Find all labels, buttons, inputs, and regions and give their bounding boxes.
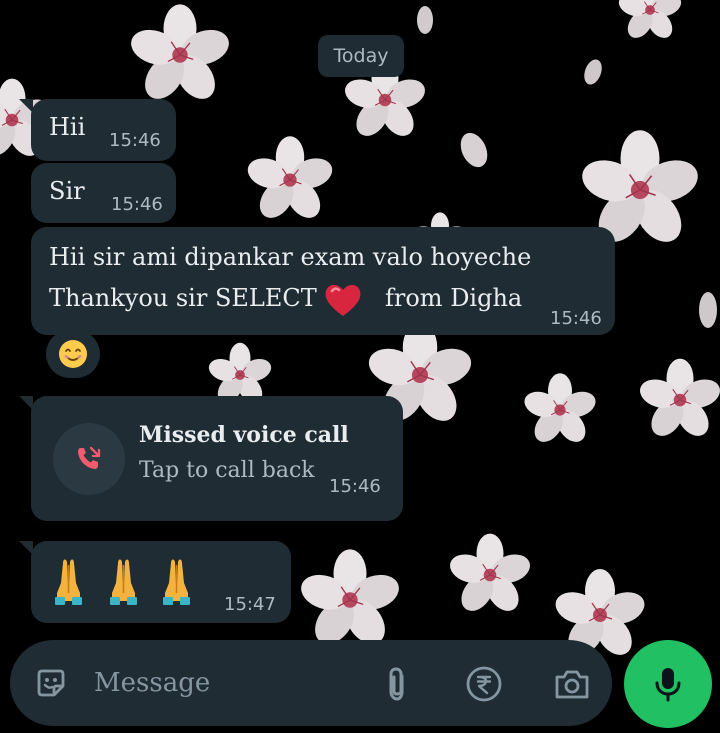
- message-time: 15:47: [224, 594, 276, 615]
- message-time: 15:46: [329, 476, 381, 497]
- message-text: Sir: [49, 177, 85, 205]
- rupee-icon[interactable]: [464, 664, 504, 704]
- attach-icon[interactable]: [380, 664, 414, 704]
- message-bubble[interactable]: Sir 15:46: [31, 163, 176, 223]
- message-time: 15:46: [111, 194, 163, 215]
- message-bubble[interactable]: Hii 15:46: [19, 99, 176, 161]
- message-line: from Digha: [385, 284, 523, 312]
- smiling-face-emoji: [59, 340, 87, 368]
- message-line: Thankyou sir SELECT: [49, 284, 317, 312]
- call-title: Missed voice call: [139, 422, 349, 448]
- message-bubble[interactable]: 15:47: [19, 541, 291, 623]
- message-input[interactable]: [94, 662, 374, 704]
- sticker-icon[interactable]: [32, 664, 70, 702]
- message-line: Hii sir ami dipankar exam valo hoyeche: [49, 243, 532, 271]
- message-text: Hii: [49, 113, 86, 141]
- camera-icon[interactable]: [552, 664, 592, 704]
- missed-call-icon-wrap: [53, 423, 125, 495]
- message-time: 15:46: [550, 308, 602, 329]
- folded-hands-emoji: [55, 558, 191, 605]
- missed-call-icon: [78, 446, 101, 469]
- call-subtitle: Tap to call back: [139, 458, 315, 483]
- date-chip: Today: [318, 35, 404, 77]
- message-composer: [10, 640, 612, 726]
- mic-button[interactable]: [624, 640, 712, 728]
- missed-call-bubble[interactable]: Missed voice call Tap to call back 15:46: [19, 396, 403, 521]
- reaction-bubble[interactable]: [46, 330, 100, 378]
- red-heart-emoji: [325, 284, 361, 316]
- message-time: 15:46: [109, 130, 161, 151]
- message-bubble[interactable]: Hii sir ami dipankar exam valo hoyeche T…: [31, 227, 615, 335]
- mic-icon: [655, 668, 681, 702]
